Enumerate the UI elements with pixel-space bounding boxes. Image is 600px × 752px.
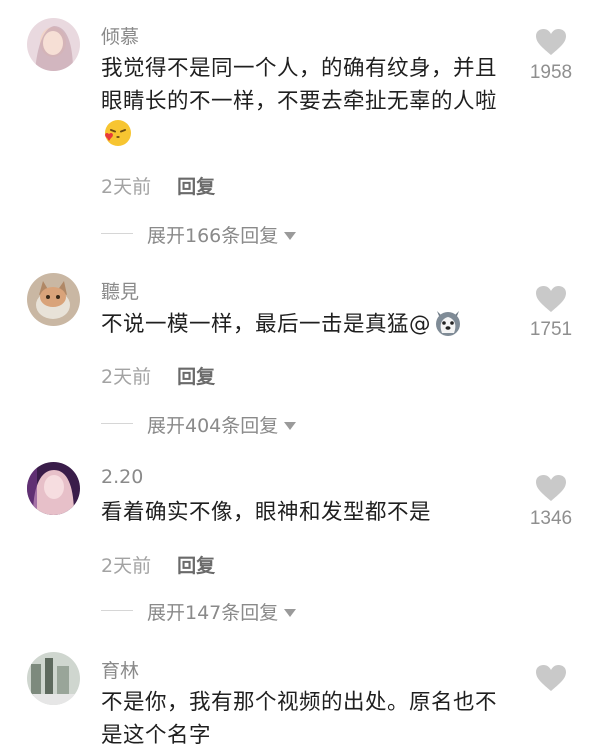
- comment-item: 聽見 不说一模一样，最后一击是真猛@ 2天前 回复 1751 展开404条回复: [0, 273, 600, 443]
- timestamp: 2天前: [101, 366, 152, 388]
- username[interactable]: 倾慕: [101, 22, 139, 49]
- kissing-face-emoji: [103, 118, 133, 158]
- like-button[interactable]: 1346: [516, 474, 586, 530]
- comment-text[interactable]: 不说一模一样，最后一击是真猛@: [101, 307, 511, 347]
- heart-icon: [536, 665, 566, 691]
- caret-down-icon: [284, 232, 297, 240]
- avatar[interactable]: [27, 652, 80, 705]
- username[interactable]: 育林: [101, 656, 139, 683]
- avatar[interactable]: [27, 273, 80, 326]
- comment-meta: 2天前 回复: [101, 172, 215, 199]
- reply-button[interactable]: 回复: [177, 555, 215, 577]
- comment-text[interactable]: 我觉得不是同一个人，的确有纹身，并且眼睛长的不一样，不要去牵扯无辜的人啦: [101, 52, 511, 158]
- avatar[interactable]: [27, 18, 80, 71]
- like-button[interactable]: [516, 664, 586, 692]
- divider: [101, 610, 133, 611]
- expand-replies-label: 展开147条回复: [147, 602, 279, 624]
- like-count: 1346: [529, 508, 573, 529]
- heart-icon: [536, 29, 566, 55]
- heart-icon: [536, 475, 566, 501]
- husky-emoji: [433, 307, 463, 347]
- expand-replies-label: 展开404条回复: [147, 415, 279, 437]
- caret-down-icon: [284, 609, 297, 617]
- timestamp: 2天前: [101, 176, 152, 198]
- like-button[interactable]: 1958: [516, 28, 586, 84]
- username[interactable]: 2.20: [101, 466, 143, 488]
- comment-meta: 2天前 回复: [101, 362, 215, 389]
- divider: [101, 233, 133, 234]
- comment-item: 倾慕 我觉得不是同一个人，的确有纹身，并且眼睛长的不一样，不要去牵扯无辜的人啦 …: [0, 18, 600, 258]
- comment-item: 2.20 看着确实不像，眼神和发型都不是 2天前 回复 1346 展开147条回复: [0, 462, 600, 632]
- comment-meta: 2天前 回复: [101, 551, 215, 578]
- comment-text[interactable]: 不是你，我有那个视频的出处。原名也不是这个名字: [101, 686, 511, 752]
- like-button[interactable]: 1751: [516, 285, 586, 341]
- comment-item: 育林 不是你，我有那个视频的出处。原名也不是这个名字: [0, 652, 600, 748]
- expand-replies-label: 展开166条回复: [147, 225, 279, 247]
- divider: [101, 423, 133, 424]
- like-count: 1751: [529, 319, 573, 340]
- caret-down-icon: [284, 422, 297, 430]
- reply-button[interactable]: 回复: [177, 366, 215, 388]
- avatar[interactable]: [27, 462, 80, 515]
- username[interactable]: 聽見: [101, 277, 139, 304]
- timestamp: 2天前: [101, 555, 152, 577]
- comment-text[interactable]: 看着确实不像，眼神和发型都不是: [101, 496, 511, 529]
- like-count: 1958: [529, 62, 573, 83]
- reply-button[interactable]: 回复: [177, 176, 215, 198]
- heart-icon: [536, 286, 566, 312]
